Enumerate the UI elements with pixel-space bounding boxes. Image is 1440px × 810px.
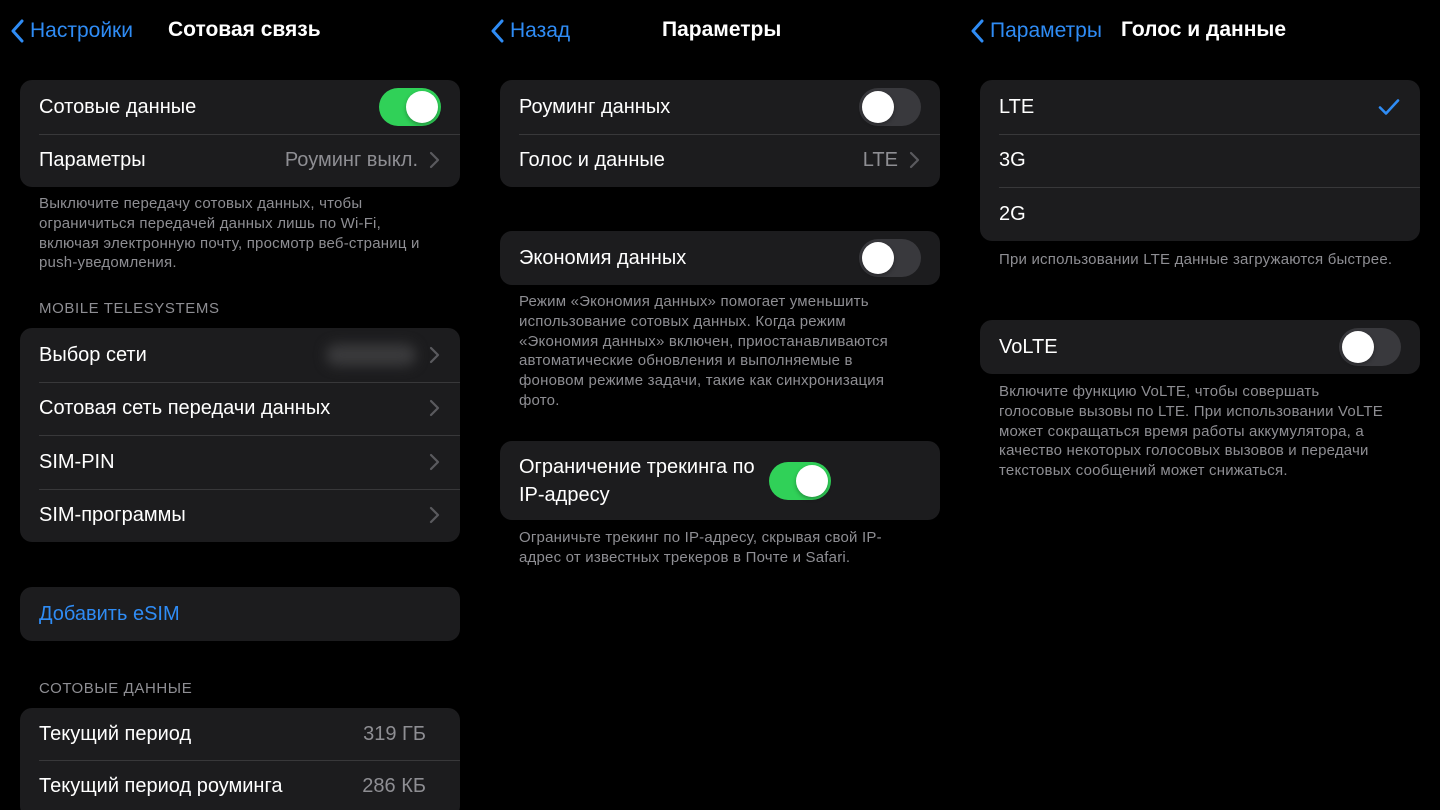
options-row[interactable]: Параметры Роуминг выкл. (20, 133, 460, 188)
blurred-network-name (326, 343, 416, 366)
low-data-group: Экономия данных (500, 231, 940, 285)
chevron-left-icon (11, 19, 24, 43)
options-label: Параметры (39, 149, 146, 172)
sim-apps-row[interactable]: SIM-программы (20, 488, 460, 543)
voice-data-row[interactable]: Голос и данные LTE (500, 133, 940, 188)
option-label: 3G (999, 149, 1026, 172)
ip-tracking-toggle[interactable] (769, 461, 831, 500)
chevron-left-icon (971, 19, 984, 43)
low-data-label: Экономия данных (519, 246, 687, 269)
volte-row: VoLTE (980, 320, 1420, 374)
carrier-item-label: SIM-программы (39, 504, 186, 527)
volte-group: VoLTE (980, 320, 1420, 374)
usage-row: Текущий период роуминга 286 КБ (20, 760, 460, 810)
toggle-knob (862, 90, 894, 123)
nav-bar: Параметры Голос и данные (960, 0, 1440, 62)
low-data-footer: Режим «Экономия данных» помогает уменьши… (519, 293, 888, 409)
add-esim-button[interactable]: Добавить eSIM (20, 587, 460, 641)
back-button-options[interactable]: Параметры (970, 16, 1102, 46)
ip-tracking-footer: Ограничьте трекинг по IP-адресу, скрывая… (519, 529, 882, 566)
chevron-right-icon (429, 400, 440, 417)
options-value: Роуминг выкл. (284, 148, 418, 171)
chevron-right-icon (909, 152, 920, 169)
usage-group: Текущий период 319 ГБ Текущий период роу… (20, 708, 460, 810)
data-roaming-toggle[interactable] (859, 87, 921, 126)
back-label: Настройки (30, 19, 133, 42)
data-roaming-row: Роуминг данных (500, 80, 940, 134)
network-selection-row[interactable]: Выбор сети (20, 328, 460, 382)
options-panel: Назад Параметры Роуминг данных Голос и д… (480, 0, 960, 810)
option-3g[interactable]: 3G (980, 133, 1420, 188)
chevron-right-icon (429, 507, 440, 524)
network-options-group: LTE 3G 2G (980, 80, 1420, 241)
back-label: Параметры (990, 19, 1102, 42)
back-button-settings[interactable]: Настройки (10, 16, 133, 46)
option-label: 2G (999, 202, 1026, 225)
low-data-toggle[interactable] (859, 238, 921, 277)
chevron-right-icon (429, 453, 440, 470)
volte-toggle[interactable] (1339, 327, 1401, 366)
usage-value: 286 КБ (362, 774, 426, 797)
volte-label: VoLTE (999, 335, 1058, 358)
ip-tracking-label: Ограничение трекинга по IP-адресу (519, 455, 755, 506)
ip-tracking-row: Ограничение трекинга по IP-адресу (500, 441, 940, 520)
carrier-item-label: SIM-PIN (39, 450, 115, 473)
carrier-item-label: Выбор сети (39, 343, 147, 366)
page-title: Голос и данные (1121, 18, 1287, 41)
cellular-network-row[interactable]: Сотовая сеть передачи данных (20, 381, 460, 436)
usage-header: СОТОВЫЕ ДАННЫЕ (39, 680, 193, 697)
toggle-knob (1342, 330, 1374, 363)
volte-footer: Включите функцию VoLTE, чтобы совершать … (999, 383, 1383, 480)
option-label: LTE (999, 95, 1035, 118)
usage-label: Текущий период (39, 723, 192, 745)
sim-pin-row[interactable]: SIM-PIN (20, 435, 460, 489)
cellular-data-label: Сотовые данные (39, 95, 197, 118)
back-label: Назад (510, 19, 571, 42)
chevron-left-icon (491, 19, 504, 43)
chevron-right-icon (429, 152, 440, 169)
voice-data-panel: Параметры Голос и данные LTE 3G 2G При и… (960, 0, 1440, 810)
cellular-data-toggle[interactable] (379, 87, 441, 126)
cellular-data-group: Сотовые данные Параметры Роуминг выкл. (20, 80, 460, 187)
option-lte[interactable]: LTE (980, 80, 1420, 134)
chevron-right-icon (429, 346, 440, 363)
voice-data-label: Голос и данные (519, 149, 665, 172)
ip-tracking-group: Ограничение трекинга по IP-адресу (500, 441, 940, 520)
nav-bar: Настройки Сотовая связь (0, 0, 480, 62)
carrier-group: Выбор сети Сотовая сеть передачи данных … (20, 328, 460, 542)
toggle-knob (862, 241, 894, 274)
cellular-panel: Настройки Сотовая связь Сотовые данные П… (0, 0, 480, 810)
page-title: Сотовая связь (168, 18, 321, 41)
roaming-group: Роуминг данных Голос и данные LTE (500, 80, 940, 187)
cellular-data-row: Сотовые данные (20, 80, 460, 134)
add-esim-label: Добавить eSIM (39, 602, 180, 625)
cellular-footer: Выключите передачу сотовых данных, чтобы… (39, 195, 420, 272)
checkmark-icon (1378, 98, 1400, 115)
usage-row: Текущий период 319 ГБ (20, 708, 460, 760)
usage-value: 319 ГБ (363, 722, 426, 745)
esim-group: Добавить eSIM (20, 587, 460, 641)
toggle-knob (406, 90, 438, 123)
voice-data-value: LTE (862, 148, 898, 171)
low-data-row: Экономия данных (500, 231, 940, 285)
back-button[interactable]: Назад (490, 16, 570, 46)
usage-label: Текущий период роуминга (39, 775, 283, 797)
nav-bar: Назад Параметры (480, 0, 960, 62)
data-roaming-label: Роуминг данных (519, 95, 671, 118)
toggle-knob (796, 464, 828, 497)
carrier-item-label: Сотовая сеть передачи данных (39, 397, 331, 420)
option-2g[interactable]: 2G (980, 187, 1420, 241)
options-footer: При использовании LTE данные загружаются… (999, 251, 1393, 268)
carrier-header: MOBILE TELESYSTEMS (39, 300, 220, 317)
page-title: Параметры (662, 18, 782, 41)
